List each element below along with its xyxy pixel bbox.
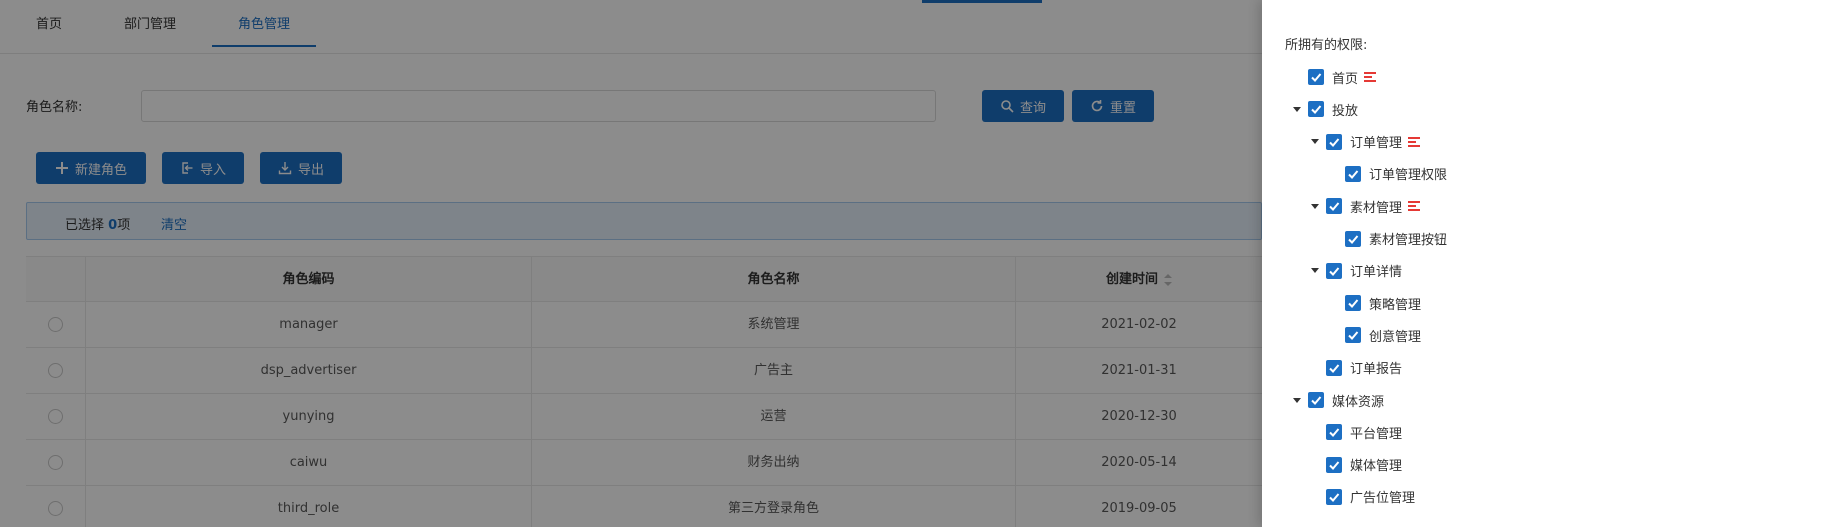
tree-checkbox[interactable] — [1326, 198, 1342, 215]
tree-node[interactable]: 订单管理权限 — [1345, 163, 1447, 185]
tree-checkbox[interactable] — [1326, 262, 1342, 279]
tree-node[interactable]: 广告位管理 — [1326, 486, 1415, 508]
tree-node-label: 平台管理 — [1350, 426, 1403, 442]
tree-checkbox[interactable] — [1345, 295, 1361, 312]
tree-checkbox[interactable] — [1326, 359, 1342, 376]
tree-node-label: 订单报告 — [1350, 362, 1403, 378]
expand-arrow-icon[interactable] — [1308, 195, 1322, 217]
tree-node[interactable]: 平台管理 — [1326, 421, 1402, 443]
tree-checkbox[interactable] — [1326, 133, 1342, 150]
tree-node-label: 订单详情 — [1350, 265, 1403, 281]
tree-checkbox[interactable] — [1345, 327, 1361, 344]
tree-node[interactable]: 媒体资源 — [1290, 389, 1384, 411]
tree-checkbox[interactable] — [1308, 69, 1324, 85]
tree-node[interactable]: 创意管理 — [1345, 324, 1421, 346]
tree-checkbox[interactable] — [1326, 424, 1342, 441]
permissions-drawer: 所拥有的权限: 首页投放订单管理订单管理权限素材管理素材管理按钮订单详情策略管理… — [1262, 0, 1824, 527]
tree-node[interactable]: 媒体管理 — [1326, 454, 1402, 476]
tree-node-label: 投放 — [1332, 103, 1359, 119]
menu-icon — [1364, 72, 1377, 82]
tree-node[interactable]: 首页 — [1308, 66, 1377, 88]
menu-icon — [1408, 136, 1421, 147]
tree-node-label: 媒体资源 — [1332, 394, 1385, 410]
tree-node[interactable]: 订单详情 — [1308, 260, 1402, 282]
tree-node[interactable]: 素材管理按钮 — [1345, 228, 1447, 250]
tree-node[interactable]: 订单报告 — [1326, 357, 1402, 379]
tree-checkbox[interactable] — [1308, 392, 1324, 408]
tree-checkbox[interactable] — [1326, 456, 1342, 473]
expand-arrow-icon[interactable] — [1290, 389, 1304, 411]
tree-node-label: 媒体管理 — [1350, 459, 1403, 475]
tree-node-label: 素材管理 — [1350, 200, 1403, 216]
tree-checkbox[interactable] — [1345, 165, 1361, 182]
tree-checkbox[interactable] — [1308, 101, 1324, 118]
tree-checkbox[interactable] — [1345, 230, 1361, 247]
tree-node-label: 订单管理 — [1350, 136, 1403, 152]
tree-node-label: 广告位管理 — [1350, 491, 1416, 507]
expand-arrow-icon[interactable] — [1308, 131, 1322, 153]
menu-icon — [1408, 201, 1421, 212]
drawer-mask-overlay[interactable] — [0, 0, 1262, 527]
tree-node[interactable]: 素材管理 — [1308, 195, 1421, 217]
tree-node[interactable]: 投放 — [1290, 98, 1358, 120]
tree-node[interactable]: 订单管理 — [1308, 131, 1421, 153]
role-management-page: 首页 部门管理 角色管理 角色名称: 查询 重置 新建角色 导入 导出 已选择 … — [0, 0, 1262, 527]
tree-node-label: 首页 — [1332, 71, 1359, 87]
tree-node[interactable]: 策略管理 — [1345, 292, 1421, 314]
drawer-title: 所拥有的权限: — [1285, 38, 1368, 53]
tree-node-label: 创意管理 — [1369, 329, 1422, 345]
tree-checkbox[interactable] — [1326, 488, 1342, 505]
tree-node-label: 策略管理 — [1369, 297, 1422, 313]
expand-arrow-icon[interactable] — [1308, 260, 1322, 282]
tree-node-label: 订单管理权限 — [1369, 168, 1448, 184]
tree-node-label: 素材管理按钮 — [1369, 233, 1448, 248]
expand-arrow-icon[interactable] — [1290, 98, 1304, 120]
